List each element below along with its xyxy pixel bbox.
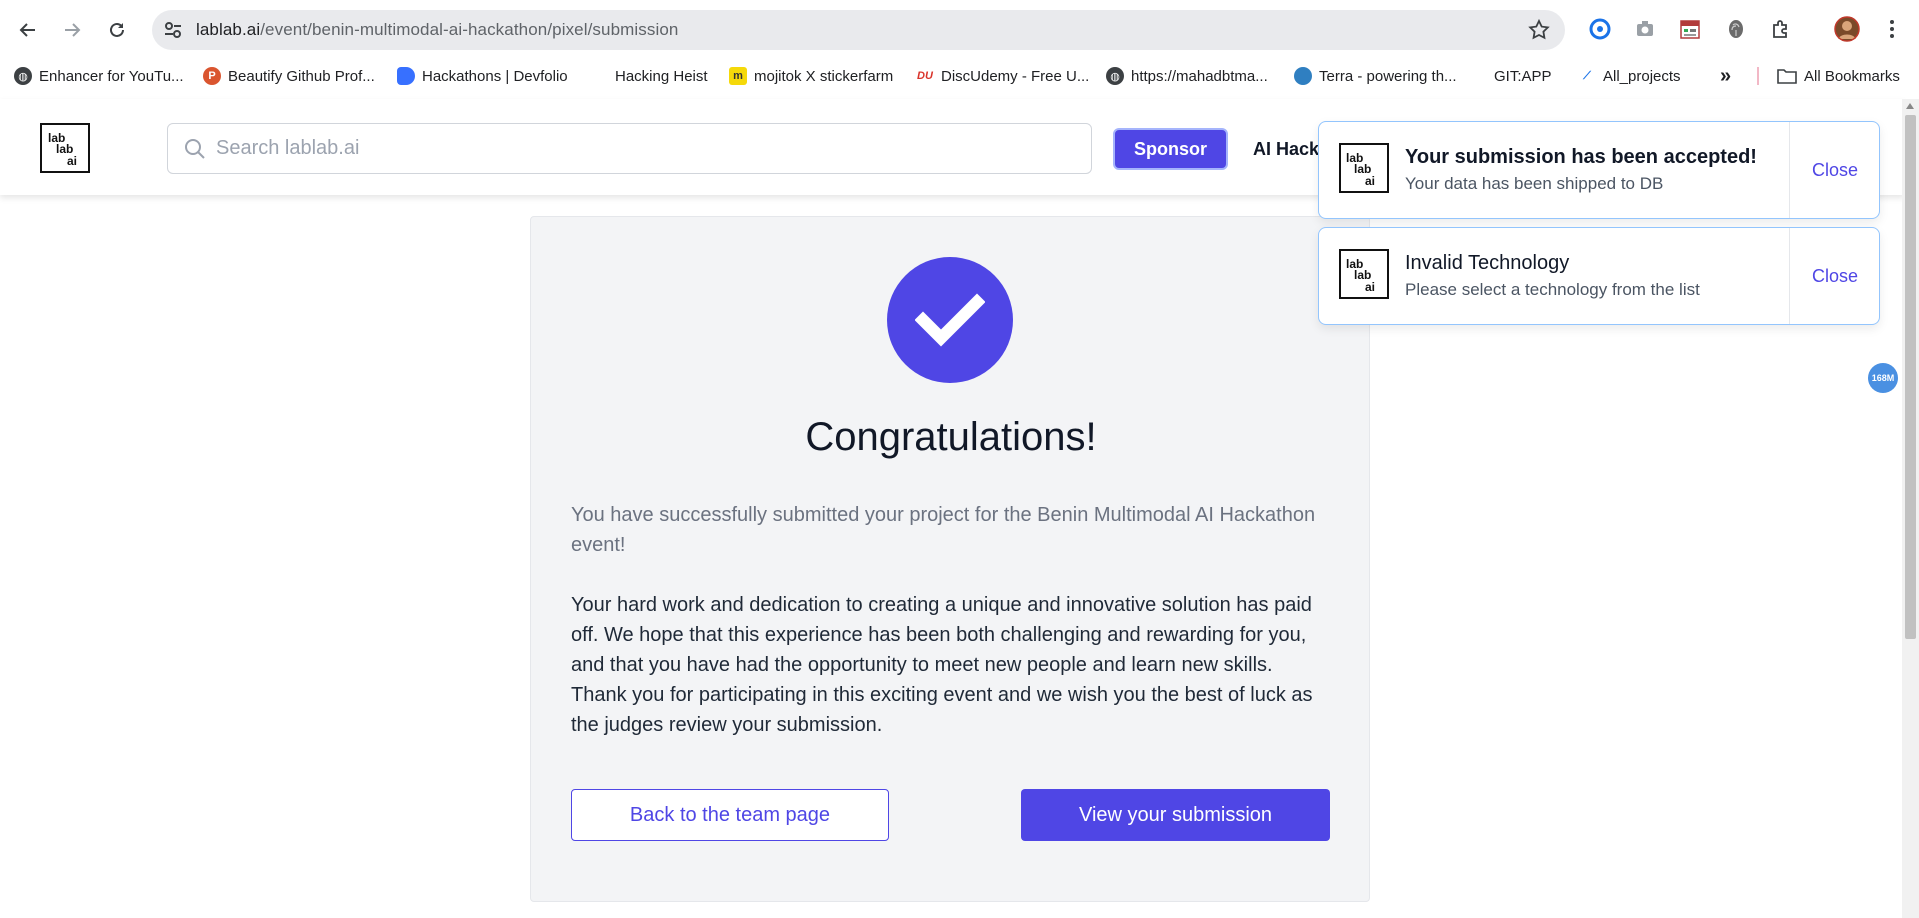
- projects-icon: ⟋: [1583, 69, 1591, 82]
- toast-message: Please select a technology from the list: [1405, 280, 1700, 299]
- profile-avatar[interactable]: [1834, 16, 1860, 42]
- success-body-text: Your hard work and dedication to creatin…: [571, 594, 1313, 736]
- bookmark-item[interactable]: ⟋ All_projects: [1578, 64, 1681, 88]
- toast-title: Your submission has been accepted!: [1405, 146, 1757, 168]
- nav-link-ai-hackathons[interactable]: AI Hack: [1253, 139, 1319, 160]
- blank-icon: [1481, 67, 1487, 85]
- url-text[interactable]: lablab.ai/event/benin-multimodal-ai-hack…: [196, 20, 678, 40]
- toast-invalid-technology: lab lab ai Invalid Technology Please sel…: [1318, 227, 1880, 325]
- camera-icon[interactable]: [1632, 16, 1658, 42]
- devfolio-icon: [397, 67, 415, 85]
- bookmark-item[interactable]: ◍ https://mahadbtma...: [1106, 64, 1268, 88]
- bookmark-label: https://mahadbtma...: [1131, 67, 1268, 85]
- bookmark-label: Beautify Github Prof...: [228, 67, 375, 85]
- bookmark-label: Hacking Heist: [615, 67, 708, 85]
- toast-message: Your data has been shipped to DB: [1405, 174, 1664, 193]
- search-box[interactable]: [167, 123, 1092, 174]
- bookmarks-overflow-button[interactable]: »: [1720, 64, 1731, 88]
- toast-submission-accepted: lab lab ai Your submission has been acce…: [1318, 121, 1880, 219]
- all-bookmarks-button[interactable]: All Bookmarks: [1777, 64, 1900, 88]
- search-input[interactable]: [216, 124, 1076, 173]
- page-title: Congratulations!: [805, 415, 1097, 459]
- bookmark-item[interactable]: P Beautify Github Prof...: [203, 64, 375, 88]
- discudemy-icon: DU: [917, 70, 933, 82]
- toast-logo: lab lab ai: [1339, 249, 1389, 299]
- globe-icon: ◍: [14, 67, 32, 85]
- site-settings-icon[interactable]: [162, 19, 184, 41]
- bookmark-label: DiscUdemy - Free U...: [941, 67, 1090, 85]
- bookmark-item[interactable]: Terra - powering th...: [1294, 64, 1457, 88]
- browser-menu-icon[interactable]: [1879, 16, 1905, 42]
- extensions-puzzle-icon[interactable]: [1768, 16, 1794, 42]
- bookmark-item[interactable]: GIT:APP: [1481, 64, 1552, 88]
- bookmark-item[interactable]: ◍ Enhancer for YouTu...: [14, 64, 184, 88]
- sponsor-button[interactable]: Sponsor: [1113, 128, 1228, 170]
- scrollbar-thumb[interactable]: [1905, 115, 1916, 639]
- browser-chrome: lablab.ai/event/benin-multimodal-ai-hack…: [0, 0, 1919, 99]
- producthunt-icon: P: [203, 67, 221, 85]
- fingerprint-icon[interactable]: [1723, 16, 1749, 42]
- back-to-team-button[interactable]: Back to the team page: [571, 789, 889, 841]
- blank-icon: [590, 67, 608, 85]
- toast-close-button[interactable]: Close: [1790, 122, 1880, 218]
- bookmarks-bar: ◍ Enhancer for YouTu... P Beautify Githu…: [0, 60, 1919, 92]
- calendar-extension-icon[interactable]: [1677, 16, 1703, 42]
- bookmark-label: GIT:APP: [1494, 67, 1552, 85]
- extension-circle-icon[interactable]: [1587, 16, 1613, 42]
- search-icon: [185, 139, 205, 159]
- logo-text-3: ai: [1365, 280, 1376, 294]
- toast-title: Invalid Technology: [1405, 252, 1570, 274]
- bookmark-label: Enhancer for YouTu...: [39, 67, 184, 85]
- bookmark-item[interactable]: DU DiscUdemy - Free U...: [916, 64, 1089, 88]
- submission-success-card: Congratulations! You have successfully s…: [530, 216, 1370, 902]
- globe-icon: ◍: [1106, 67, 1124, 85]
- bookmark-star-icon[interactable]: [1527, 18, 1551, 42]
- toast-close-button[interactable]: Close: [1790, 228, 1880, 324]
- lablab-logo[interactable]: lab lab ai: [40, 123, 90, 173]
- bookmark-label: Hackathons | Devfolio: [422, 67, 568, 85]
- logo-text-3: ai: [1365, 174, 1376, 188]
- forward-arrow-icon[interactable]: [56, 14, 88, 46]
- bookmarks-divider: [1757, 67, 1759, 85]
- bookmark-item[interactable]: Hacking Heist: [590, 64, 708, 88]
- bookmark-item[interactable]: m mojitok X stickerfarm: [729, 64, 893, 88]
- all-bookmarks-label: All Bookmarks: [1804, 67, 1900, 85]
- reload-icon[interactable]: [101, 14, 133, 46]
- scroll-up-arrow-icon[interactable]: [1906, 103, 1914, 109]
- memory-usage-badge[interactable]: 168M: [1868, 363, 1898, 393]
- url-path: /event/benin-multimodal-ai-hackathon/pix…: [260, 20, 679, 39]
- browser-toolbar: lablab.ai/event/benin-multimodal-ai-hack…: [0, 0, 1919, 60]
- url-domain: lablab.ai: [196, 20, 261, 39]
- terra-icon: [1294, 67, 1312, 85]
- address-bar[interactable]: lablab.ai/event/benin-multimodal-ai-hack…: [152, 10, 1565, 50]
- mojitok-icon: m: [729, 67, 747, 85]
- bookmark-item[interactable]: Hackathons | Devfolio: [397, 64, 568, 88]
- back-arrow-icon[interactable]: [12, 14, 44, 46]
- toast-logo: lab lab ai: [1339, 143, 1389, 193]
- logo-text-3: ai: [67, 154, 78, 168]
- page-scrollbar[interactable]: [1902, 99, 1919, 918]
- folder-icon: [1777, 69, 1797, 84]
- bookmark-label: Terra - powering th...: [1319, 67, 1457, 85]
- bookmark-label: mojitok X stickerfarm: [754, 67, 894, 85]
- success-intro-text: You have successfully submitted your pro…: [571, 504, 1316, 556]
- view-submission-button[interactable]: View your submission: [1021, 789, 1330, 841]
- bookmark-label: All_projects: [1603, 67, 1681, 85]
- success-check-icon: [887, 257, 1013, 383]
- bookmarks-overflow-label: »: [1720, 64, 1732, 87]
